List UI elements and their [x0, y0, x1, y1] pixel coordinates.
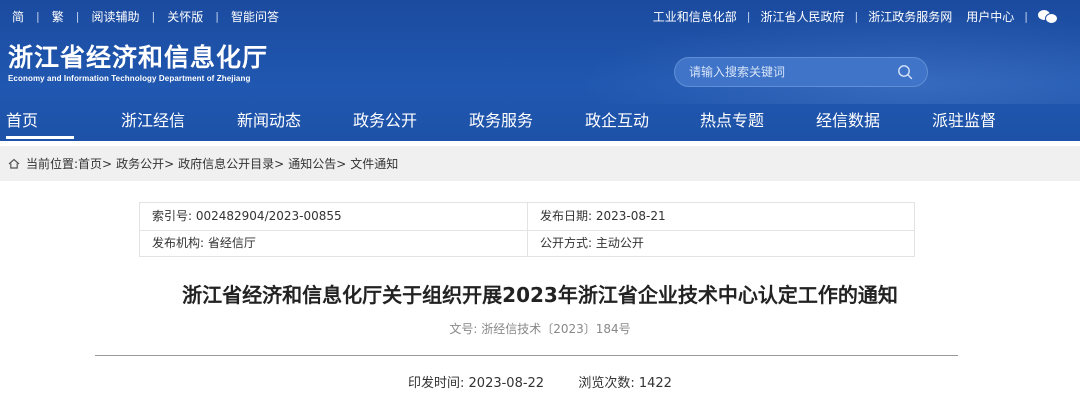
nav-item-supervision[interactable]: 派驻监督 — [932, 104, 996, 141]
wechat-icon[interactable] — [1038, 9, 1058, 24]
title-divider — [95, 355, 958, 356]
logo-english-name: Economy and Information Technology Depar… — [8, 74, 251, 83]
care-version-link[interactable]: 关怀版 — [167, 8, 203, 25]
nav-item-hot-topics[interactable]: 热点专题 — [700, 104, 764, 141]
nav-item-home[interactable]: 首页 — [6, 104, 75, 141]
smart-qa-link[interactable]: 智能问答 — [231, 8, 279, 25]
miit-link[interactable]: 工业和信息化部 — [653, 8, 737, 25]
breadcrumb-info-catalog[interactable]: 政府信息公开目录> — [178, 155, 284, 172]
nav-item-news[interactable]: 新闻动态 — [237, 104, 301, 141]
top-bar-right: 工业和信息化部 | 浙江省人民政府 | 浙江政务服务网 用户中心 | — [653, 0, 1058, 32]
breadcrumb-file-notices[interactable]: 文件通知 — [350, 155, 398, 172]
reading-aid-link[interactable]: 阅读辅助 — [91, 8, 139, 25]
home-icon — [8, 158, 20, 169]
breadcrumb-prefix: 当前位置: — [26, 157, 79, 171]
nav-item-gov-affairs[interactable]: 政务公开 — [353, 104, 417, 141]
article-title: 浙江省经济和信息化厅关于组织开展2023年浙江省企业技术中心认定工作的通知 — [182, 283, 898, 307]
logo-chinese-name: 浙江省经济和信息化厅 — [8, 43, 269, 72]
separator: | — [215, 9, 219, 23]
index-number: 索引号: 002482904/2023-00855 — [152, 209, 342, 223]
document-meta-table: 索引号: 002482904/2023-00855 发布日期: 2023-08-… — [139, 202, 915, 257]
nav-item-interaction[interactable]: 政企互动 — [585, 104, 649, 141]
traditional-chinese-link[interactable]: 繁 — [52, 8, 64, 25]
table-divider — [527, 203, 528, 256]
publisher: 发布机构: 省经信厅 — [152, 236, 256, 250]
user-center-link[interactable]: 用户中心 — [966, 8, 1014, 25]
top-bar: 简 | 繁 | 阅读辅助 | 关怀版 | 智能问答 工业和信息化部 | 浙江省人… — [0, 0, 1080, 32]
separator: | — [36, 9, 40, 23]
separator: | — [854, 9, 859, 23]
site-header: 简 | 繁 | 阅读辅助 | 关怀版 | 智能问答 工业和信息化部 | 浙江省人… — [0, 0, 1080, 141]
simplified-chinese-link[interactable]: 简 — [12, 8, 24, 25]
breadcrumb-home[interactable]: 首页> — [78, 155, 112, 172]
nav-item-data[interactable]: 经信数据 — [816, 104, 880, 141]
nav-item-gov-services[interactable]: 政务服务 — [469, 104, 533, 141]
separator: | — [151, 9, 156, 23]
breadcrumb: 当前位置: 首页> 政务公开> 政府信息公开目录> 通知公告> 文件通知 — [0, 146, 1080, 181]
separator: | — [1024, 9, 1028, 23]
top-bar-left: 简 | 繁 | 阅读辅助 | 关怀版 | 智能问答 — [12, 0, 279, 32]
zj-service-link[interactable]: 浙江政务服务网 — [868, 8, 952, 25]
zj-gov-link[interactable]: 浙江省人民政府 — [761, 8, 845, 25]
search-box — [674, 57, 928, 87]
issue-time: 印发时间: 2023-08-22 — [408, 376, 545, 391]
breadcrumb-gov-affairs[interactable]: 政务公开> — [116, 155, 174, 172]
nav-item-zj-jingxin[interactable]: 浙江经信 — [121, 104, 185, 141]
document-number: 文号: 浙经信技术〔2023〕184号 — [449, 322, 631, 336]
breadcrumb-notices[interactable]: 通知公告> — [288, 155, 346, 172]
main-nav: 首页 浙江经信 新闻动态 政务公开 政务服务 政企互动 热点专题 经信数据 派驻… — [0, 104, 1080, 141]
publish-date: 发布日期: 2023-08-21 — [540, 209, 666, 223]
view-count: 浏览次数: 1422 — [578, 376, 672, 391]
separator: | — [746, 9, 751, 23]
disclosure-method: 公开方式: 主动公开 — [540, 236, 644, 250]
search-input[interactable] — [689, 58, 889, 86]
search-icon[interactable] — [897, 64, 913, 80]
site-logo[interactable]: 浙江省经济和信息化厅 Economy and Information Techn… — [8, 40, 268, 83]
separator: | — [75, 9, 80, 23]
publish-info: 印发时间: 2023-08-22 浏览次数: 1422 — [0, 372, 1080, 391]
